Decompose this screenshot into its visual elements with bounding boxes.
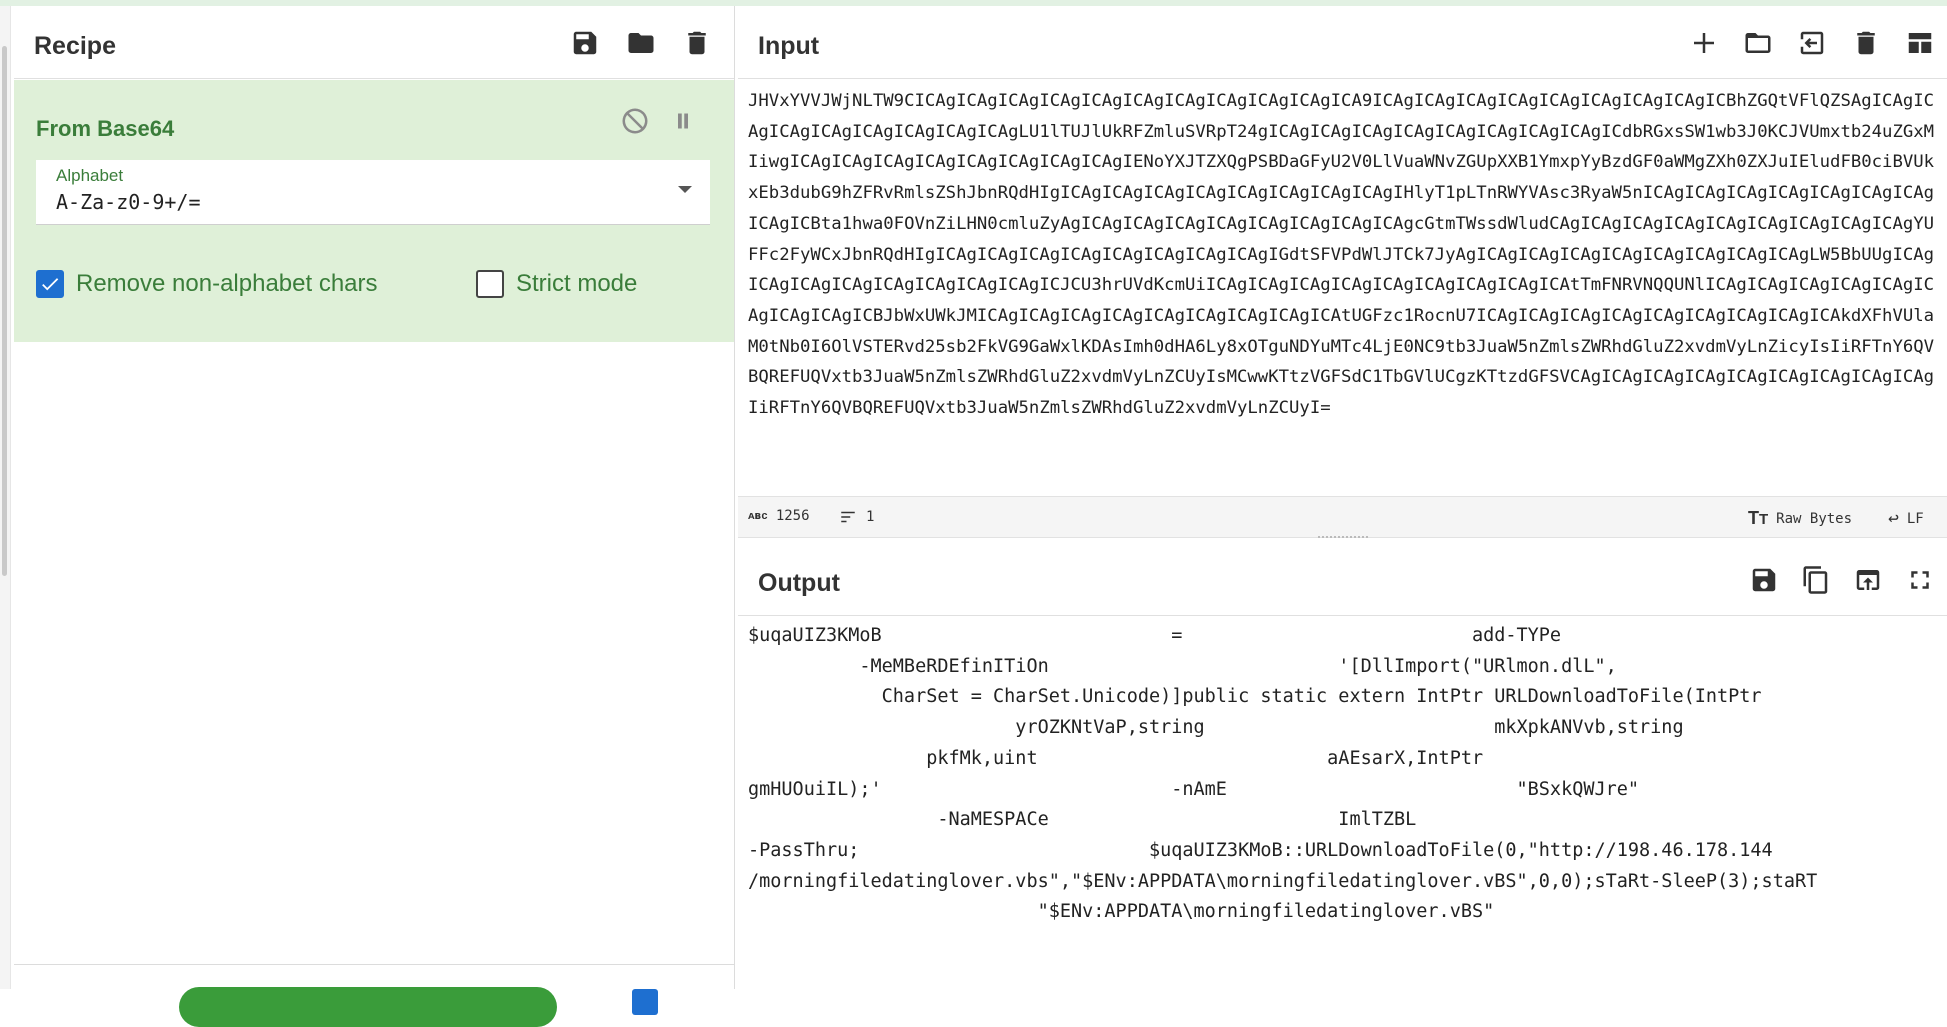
return-arrow-icon: ↩ xyxy=(1888,508,1899,529)
save-icon xyxy=(1752,568,1776,592)
text-size-icon: TT xyxy=(1748,508,1769,528)
input-length-stat: ᴀʙᴄ 1256 xyxy=(748,508,810,524)
replace-input-button[interactable] xyxy=(1851,563,1885,597)
output-pane: Output $uqaUIZ3KMoB = add-TYPe -MeMBeRDE… xyxy=(738,543,1947,989)
input-title: Input xyxy=(758,32,820,60)
input-header: Input xyxy=(738,6,1947,79)
lines-icon xyxy=(841,511,855,523)
strict-mode-option[interactable]: Strict mode xyxy=(476,270,637,298)
remove-non-alphabet-option[interactable]: Remove non-alphabet chars xyxy=(36,270,378,298)
open-folder-button[interactable] xyxy=(1741,26,1775,60)
input-lines: 1 xyxy=(866,509,875,525)
scrollbar-thumb[interactable] xyxy=(2,46,7,576)
pause-icon[interactable] xyxy=(668,106,698,136)
charset-selector[interactable]: TT Raw Bytes xyxy=(1748,508,1852,529)
reset-layout-button[interactable] xyxy=(1903,26,1937,60)
eol-selector[interactable]: ↩ LF xyxy=(1888,508,1924,529)
left-scrollbar[interactable] xyxy=(0,6,11,989)
output-title: Output xyxy=(758,569,840,597)
upload-icon xyxy=(1856,570,1880,590)
alphabet-select[interactable]: Alphabet A-Za-z0-9+/= xyxy=(36,160,710,225)
strict-mode-label: Strict mode xyxy=(516,270,638,297)
input-lines-stat: 1 xyxy=(838,508,874,526)
folder-open-icon xyxy=(1745,33,1771,53)
save-output-button[interactable] xyxy=(1747,563,1781,597)
operation-from-base64[interactable]: From Base64 Alphabet A-Za-z0-9+/= Remove… xyxy=(14,80,734,342)
save-icon xyxy=(573,31,597,55)
recipe-header: Recipe xyxy=(14,6,734,79)
remove-non-alphabet-checkbox[interactable] xyxy=(36,270,64,298)
copy-icon xyxy=(1803,566,1828,594)
remove-non-alphabet-label: Remove non-alphabet chars xyxy=(76,270,378,297)
open-file-button[interactable] xyxy=(1795,26,1829,60)
abc-icon: ᴀʙᴄ xyxy=(748,509,768,522)
input-textarea[interactable]: JHVxYVVJWjNLTW9CICAgICAgICAgICAgICAgICAg… xyxy=(748,86,1938,494)
add-input-tab-button[interactable] xyxy=(1687,26,1721,60)
fullscreen-icon xyxy=(1911,571,1929,589)
save-recipe-button[interactable] xyxy=(568,26,602,60)
input-pane: Input JHVxYVVJWjNLTW9CICAgICAgICAgICAgIC… xyxy=(738,6,1947,538)
output-text[interactable]: $uqaUIZ3KMoB = add-TYPe -MeMBeRDEfinITiO… xyxy=(748,621,1938,981)
recipe-title: Recipe xyxy=(34,32,116,60)
maximize-output-button[interactable] xyxy=(1903,563,1937,597)
layout-icon xyxy=(1908,33,1932,53)
input-status-bar: ᴀʙᴄ 1256 1 TT Raw Bytes ↩ LF xyxy=(738,496,1947,538)
copy-output-button[interactable] xyxy=(1799,563,1833,597)
disable-icon[interactable] xyxy=(620,106,650,136)
clear-recipe-button[interactable] xyxy=(680,26,714,60)
raw-bytes-label: Raw Bytes xyxy=(1776,510,1853,527)
strict-mode-checkbox[interactable] xyxy=(476,270,504,298)
alphabet-label: Alphabet xyxy=(56,166,124,185)
bake-button[interactable] xyxy=(179,987,557,1027)
alphabet-value: A-Za-z0-9+/= xyxy=(56,190,201,214)
operation-name: From Base64 xyxy=(36,116,175,141)
input-length: 1256 xyxy=(775,508,810,524)
trash-icon xyxy=(1857,31,1875,55)
pane-resize-handle[interactable] xyxy=(1318,536,1368,543)
recipe-footer xyxy=(14,964,734,1027)
chevron-down-icon[interactable] xyxy=(678,186,692,193)
folder-icon xyxy=(628,33,654,53)
eol-label: LF xyxy=(1906,510,1924,527)
recipe-pane: Recipe From Base64 Alphabet A-Za-z0-9+/= xyxy=(14,6,735,1027)
checkmark-icon xyxy=(42,278,59,291)
load-recipe-button[interactable] xyxy=(624,26,658,60)
clear-input-button[interactable] xyxy=(1849,26,1883,60)
file-import-icon xyxy=(1800,31,1824,55)
auto-bake-checkbox[interactable] xyxy=(632,989,658,1015)
plus-icon xyxy=(1694,33,1714,53)
trash-icon xyxy=(688,31,706,55)
output-header: Output xyxy=(738,543,1947,616)
